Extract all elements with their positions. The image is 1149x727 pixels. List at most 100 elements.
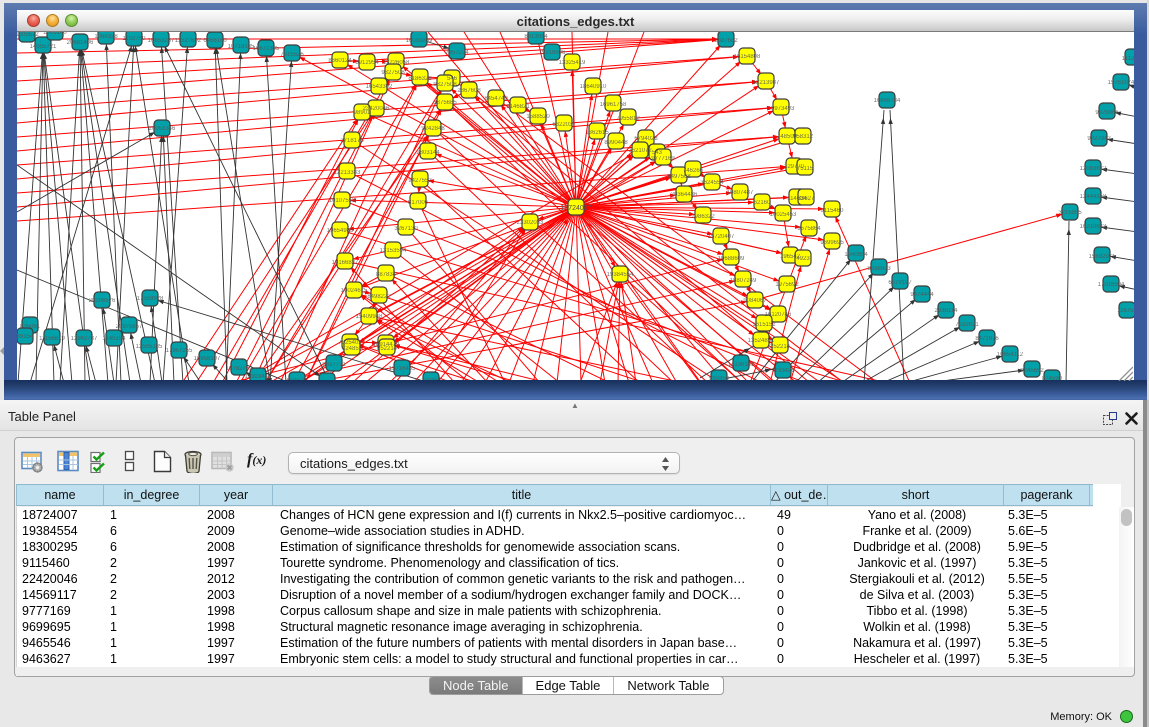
svg-text:16648784: 16648784 [874,98,901,104]
svg-text:9115460: 9115460 [821,208,845,214]
svg-text:8990448: 8990448 [604,140,628,146]
svg-text:9777169: 9777169 [651,156,675,162]
svg-text:887834: 887834 [376,272,397,278]
svg-text:9327508: 9327508 [381,70,405,76]
svg-text:15692971: 15692971 [1089,254,1116,260]
svg-text:39154: 39154 [17,334,34,340]
svg-text:6322037: 6322037 [552,122,576,128]
svg-text:20364436: 20364436 [671,192,698,198]
svg-text:16543362: 16543362 [366,84,393,90]
svg-text:2069140: 2069140 [43,32,67,36]
svg-text:20691406: 20691406 [67,40,94,46]
svg-text:9245652: 9245652 [1020,368,1044,374]
svg-text:3267130: 3267130 [394,226,418,232]
svg-text:12213383: 12213383 [334,170,361,176]
svg-text:746266: 746266 [683,168,704,174]
svg-text:2718176: 2718176 [340,138,364,144]
svg-text:16120746: 16120746 [765,312,792,318]
svg-text:16154808: 16154808 [734,54,761,60]
svg-text:8186328: 8186328 [408,76,432,82]
svg-text:958312: 958312 [793,134,814,140]
svg-text:2935114: 2935114 [935,308,959,314]
svg-text:16782759: 16782759 [226,366,253,372]
svg-text:75115: 75115 [797,166,814,172]
svg-text:11527602: 11527602 [175,38,202,44]
svg-text:11156819: 11156819 [39,336,65,342]
svg-text:10719185: 10719185 [228,44,255,50]
svg-text:9427552: 9427552 [408,178,432,184]
svg-text:10973493: 10973493 [768,106,795,112]
svg-text:14136141: 14136141 [728,362,755,368]
svg-text:1152760: 1152760 [123,36,147,42]
svg-text:8912954: 8912954 [355,60,379,66]
svg-text:2803144: 2803144 [416,150,440,156]
svg-text:12444158: 12444158 [1080,194,1107,200]
svg-text:1733426: 1733426 [771,368,795,374]
svg-text:9657771: 9657771 [322,362,346,368]
svg-text:7632621: 7632621 [955,322,979,328]
svg-text:1640954: 1640954 [844,252,868,258]
svg-text:3875685: 3875685 [433,100,457,106]
svg-text:9242848: 9242848 [421,126,445,132]
svg-text:1065328: 1065328 [94,34,118,40]
svg-text:7515526: 7515526 [280,52,304,58]
svg-text:6466160: 6466160 [203,38,227,44]
svg-text:10654112: 10654112 [997,352,1024,358]
svg-text:116753: 116753 [1117,308,1134,314]
svg-text:10688609: 10688609 [718,256,745,262]
svg-text:252214: 252214 [377,346,398,352]
svg-text:12093872: 12093872 [1080,166,1107,172]
svg-text:8471676: 8471676 [975,336,999,342]
svg-text:8813054: 8813054 [524,34,548,40]
svg-text:19218506: 19218506 [539,50,566,56]
svg-text:3215955: 3215955 [1058,210,1082,216]
svg-text:8454749: 8454749 [484,96,508,102]
svg-text:9146821: 9146821 [506,104,530,110]
svg-text:20975857: 20975857 [116,324,143,330]
svg-text:1975692: 1975692 [775,282,799,288]
svg-text:20206576: 20206576 [89,298,116,304]
svg-text:1362615: 1362615 [585,130,609,136]
svg-text:19654985: 19654985 [327,228,354,234]
svg-text:10807487: 10807487 [727,190,754,196]
svg-text:17016504: 17016504 [1098,282,1125,288]
svg-text:13226058: 13226058 [383,60,410,66]
svg-text:10025453: 10025453 [770,212,797,218]
svg-text:18724007: 18724007 [560,205,591,212]
svg-text:15409948: 15409948 [356,314,383,320]
svg-text:835061: 835061 [20,324,41,330]
svg-text:1605572: 1605572 [17,32,39,38]
svg-text:16671385: 16671385 [253,46,280,52]
svg-text:1621072: 1621072 [628,148,652,154]
svg-text:9329966: 9329966 [1095,110,1119,116]
svg-text:18807249: 18807249 [730,278,757,284]
svg-text:4923: 4923 [796,256,810,262]
svg-text:9699695: 9699695 [820,240,844,246]
svg-text:12942737: 12942737 [71,336,98,342]
svg-text:15720407: 15720407 [708,234,735,240]
svg-text:252214: 252214 [770,344,791,350]
svg-text:16210643: 16210643 [1080,224,1107,230]
svg-text:1588520: 1588520 [526,114,550,120]
svg-text:18640910: 18640910 [580,84,607,90]
svg-text:15751074: 15751074 [1108,80,1134,86]
svg-text:12505185: 12505185 [136,344,163,350]
svg-text:8938923: 8938923 [867,266,891,272]
svg-text:1615152: 1615152 [752,322,776,328]
svg-text:33627: 33627 [798,196,815,202]
svg-text:19166827: 19166827 [332,260,359,266]
svg-text:7986322: 7986322 [691,214,715,220]
svg-text:3624554: 3624554 [700,180,724,186]
svg-text:9327508: 9327508 [433,82,457,88]
svg-text:6794028: 6794028 [634,136,658,142]
svg-text:9474444: 9474444 [910,292,934,298]
svg-text:7955812: 7955812 [616,116,640,122]
svg-text:12213987: 12213987 [753,80,780,86]
svg-text:10024675: 10024675 [341,288,368,294]
svg-text:9575864: 9575864 [797,226,821,232]
svg-text:14055721: 14055721 [30,44,57,50]
svg-text:23302033: 23302033 [517,220,544,226]
svg-text:13153594: 13153594 [380,248,407,254]
svg-text:19384554: 19384554 [607,272,634,278]
svg-text:17359928: 17359928 [137,296,164,302]
